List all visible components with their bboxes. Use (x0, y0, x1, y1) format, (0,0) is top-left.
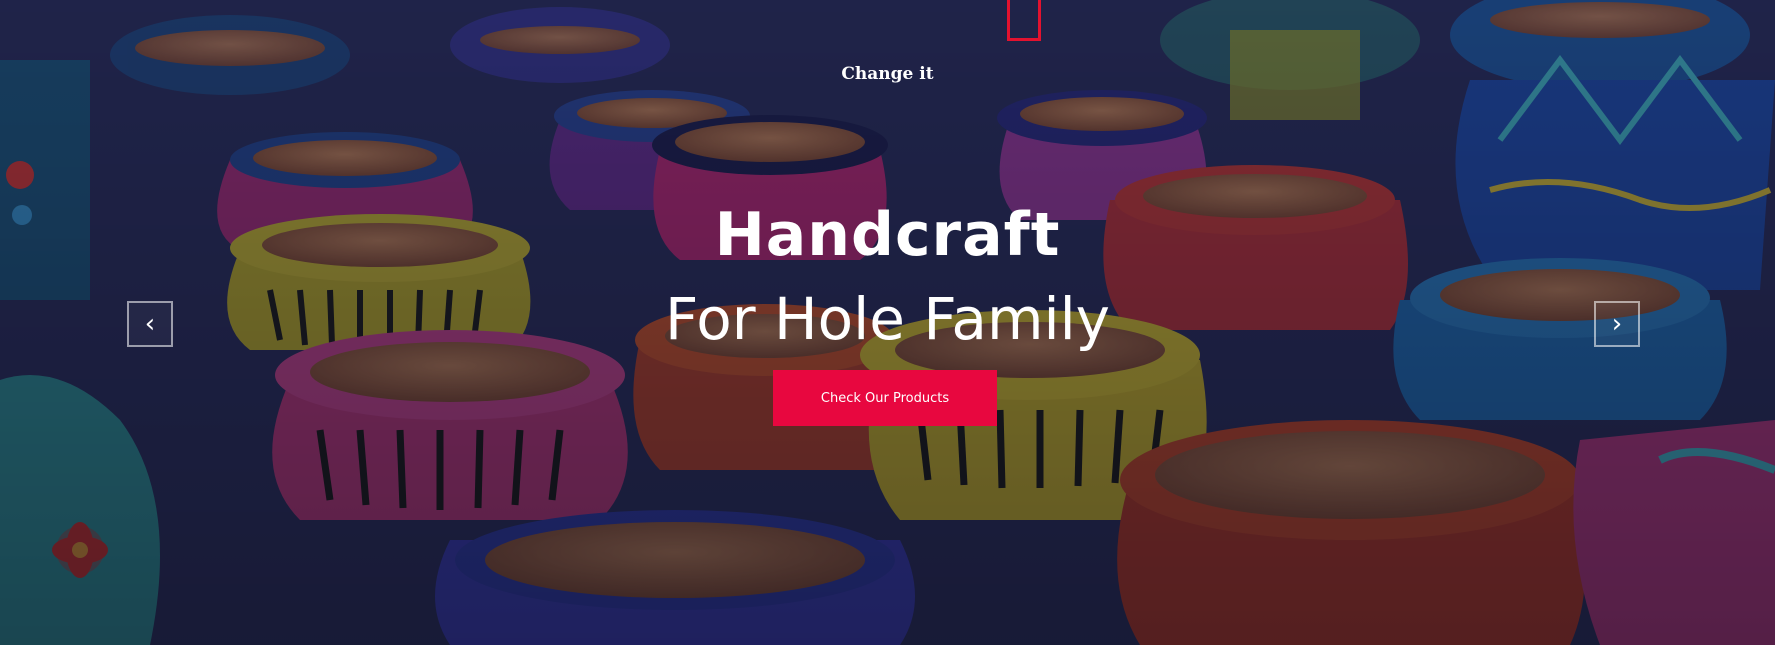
check-products-button[interactable]: Check Our Products (773, 370, 997, 426)
hero-slider: Change it Handcraft For Hole Family Chec… (0, 0, 1775, 645)
change-it-label[interactable]: Change it (0, 64, 1775, 84)
slider-prev-button[interactable]: ‹ (127, 301, 173, 347)
hero-subtitle: For Hole Family (664, 285, 1111, 353)
chevron-right-icon: › (1611, 309, 1623, 339)
hero-title: Handcraft (714, 200, 1061, 270)
chevron-left-icon: ‹ (144, 309, 156, 339)
slider-next-button[interactable]: › (1594, 301, 1640, 347)
selection-marker (1007, 0, 1041, 41)
